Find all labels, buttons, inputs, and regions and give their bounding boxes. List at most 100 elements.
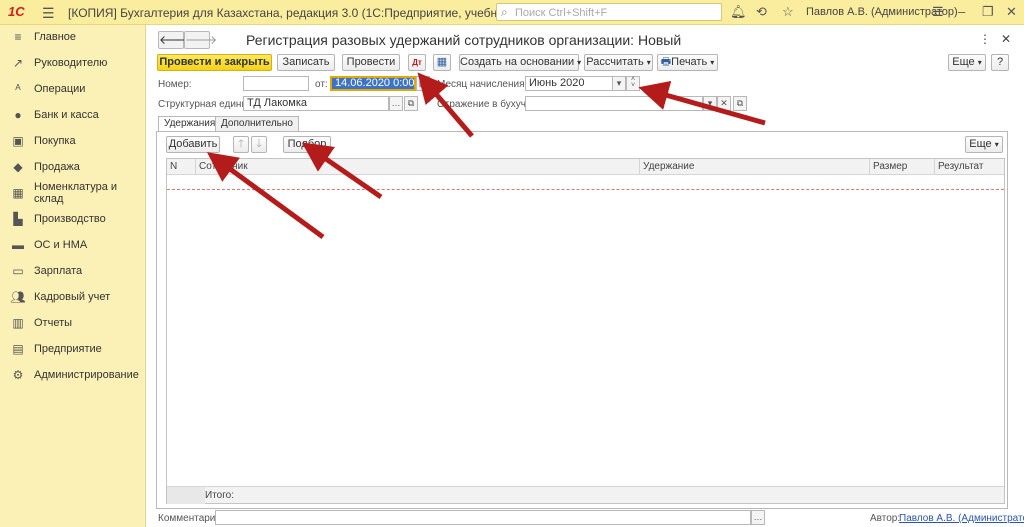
sidebar-item-purchase[interactable]: ▣ Покупка xyxy=(0,129,146,153)
open-icon[interactable]: ⧉ xyxy=(733,96,747,111)
sidebar-item-enterprise[interactable]: ▤ Предприятие xyxy=(0,337,146,361)
tab-additional[interactable]: Дополнительно xyxy=(215,116,299,131)
deductions-table[interactable]: N Сотрудник Удержание Размер Результат И… xyxy=(166,158,1005,504)
calculate-label: Рассчитать xyxy=(586,56,644,68)
sidebar-item-label: Администрирование xyxy=(34,369,139,381)
footer-index-cell xyxy=(167,487,205,504)
open-icon[interactable]: ⧉ xyxy=(404,96,418,111)
close-icon[interactable]: ✕ xyxy=(1006,4,1017,20)
print-label: Печать xyxy=(671,56,708,68)
arrow-up-icon[interactable]: 🡑 xyxy=(233,136,249,153)
post-and-close-button[interactable]: Провести и закрыть xyxy=(157,54,272,71)
page-title: Регистрация разовых удержаний сотруднико… xyxy=(246,32,682,48)
main-menu-icon[interactable]: ☰ xyxy=(42,5,55,22)
ellipsis-icon[interactable]: … xyxy=(389,96,403,111)
calculate-button[interactable]: Рассчитать ▾ xyxy=(584,54,653,71)
sidebar-item-hr[interactable]: 👥︎ Кадровый учет xyxy=(0,285,146,309)
column-header-result[interactable]: Результат xyxy=(938,161,983,172)
post-button[interactable]: Провести xyxy=(342,54,400,71)
sidebar-item-reports[interactable]: ▥ Отчеты xyxy=(0,311,146,335)
column-divider xyxy=(934,159,935,175)
date-field[interactable]: 14.06.2020 0:00:00 xyxy=(330,76,416,91)
comment-label: Комментарий: xyxy=(158,513,224,524)
settings-menu-icon[interactable]: ☰ xyxy=(932,4,944,20)
arrow-down-icon[interactable]: 🡓 xyxy=(251,136,267,153)
chevron-down-icon: ▾ xyxy=(577,58,582,67)
sidebar-item-bank[interactable]: ● Банк и касса xyxy=(0,103,146,127)
chevron-down-icon[interactable]: ▾ xyxy=(703,96,717,111)
calendar-icon[interactable]: ▦ xyxy=(416,76,430,91)
ellipsis-icon[interactable]: … xyxy=(751,510,765,525)
sidebar-item-production[interactable]: ▙ Производство xyxy=(0,207,146,231)
month-stepper[interactable]: ˄ ˅ xyxy=(626,76,640,91)
sidebar-item-label: Зарплата xyxy=(34,265,83,277)
menu-icon: ≡ xyxy=(14,30,22,44)
dt-kt-icon[interactable]: Дт xyxy=(408,54,426,71)
table-more-button[interactable]: Еще ▾ xyxy=(965,136,1003,153)
column-header-n[interactable]: N xyxy=(170,161,177,172)
sidebar-item-label: Главное xyxy=(34,31,77,43)
sidebar-item-label: Производство xyxy=(34,213,106,225)
chevron-down-icon[interactable]: ▾ xyxy=(612,76,626,91)
comment-field[interactable] xyxy=(215,510,751,525)
column-divider xyxy=(195,159,196,175)
column-divider xyxy=(639,159,640,175)
column-header-amount[interactable]: Размер xyxy=(873,161,907,172)
sidebar-item-admin[interactable]: ⚙ Администрирование xyxy=(0,363,146,387)
author-label: Автор: xyxy=(870,513,901,524)
app-logo: 1С xyxy=(8,4,25,19)
column-header-employee[interactable]: Сотрудник xyxy=(199,161,248,172)
more-actions-icon[interactable]: ⋮ xyxy=(979,32,991,46)
help-button[interactable]: ? xyxy=(991,54,1009,71)
chevron-down-icon: ▾ xyxy=(710,58,715,67)
sidebar-item-sales[interactable]: ◆ Продажа xyxy=(0,155,146,179)
number-field[interactable] xyxy=(243,76,309,91)
sidebar: ≡ Главное ↗ Руководителю ᴬ Операции ● Банк и… xyxy=(0,25,146,527)
footer-total-label: Итого: xyxy=(205,490,234,501)
sidebar-item-assets[interactable]: ▬ ОС и НМА xyxy=(0,233,146,257)
month-label: Месяц начисления: xyxy=(437,79,528,90)
back-button[interactable]: 🡐 xyxy=(158,31,191,49)
reflection-field[interactable] xyxy=(525,96,703,111)
star-icon[interactable]: ☆ xyxy=(782,4,794,20)
sidebar-item-salary[interactable]: ▭ Зарплата xyxy=(0,259,146,283)
clear-icon[interactable]: ✕ xyxy=(717,96,731,111)
sidebar-item-label: Банк и касса xyxy=(34,109,99,121)
table-more-label: Еще xyxy=(969,138,992,150)
sidebar-item-label: Предприятие xyxy=(34,343,102,355)
more-label: Еще xyxy=(952,56,975,68)
minimize-icon[interactable]: – xyxy=(958,4,965,19)
sidebar-item-warehouse[interactable]: ▦ Номенклатура и склад xyxy=(0,181,146,205)
structure-icon[interactable]: ▦ xyxy=(433,54,451,71)
printer-icon: 🖶︎ xyxy=(660,56,672,68)
month-field[interactable]: Июнь 2020 xyxy=(525,76,613,91)
sidebar-item-operations[interactable]: ᴬ Операции xyxy=(0,77,146,101)
restore-icon[interactable]: ❐ xyxy=(982,4,994,20)
search-input[interactable]: ⌕ Поиск Ctrl+Shift+F xyxy=(496,3,722,21)
warehouse-icon: ▦ xyxy=(12,186,24,200)
more-button[interactable]: Еще ▾ xyxy=(948,54,986,71)
date-label: от: xyxy=(315,79,328,90)
truck-icon: ▬ xyxy=(12,238,24,252)
unit-field[interactable]: ТД Лакомка xyxy=(243,96,389,111)
save-button[interactable]: Записать xyxy=(277,54,335,71)
operations-icon: ᴬ xyxy=(15,82,21,96)
author-link[interactable]: Павлов А.В. (Администратор) xyxy=(899,513,1024,524)
create-based-on-button[interactable]: Создать на основании ▾ xyxy=(459,54,582,71)
add-button[interactable]: Добавить xyxy=(166,136,220,153)
number-label: Номер: xyxy=(158,79,192,90)
forward-button[interactable]: 🡒 xyxy=(184,31,217,49)
chart-icon: ↗ xyxy=(12,56,24,70)
column-header-deduction[interactable]: Удержание xyxy=(643,161,694,172)
chevron-down-icon: ▾ xyxy=(994,140,999,149)
people-icon: 👥︎ xyxy=(10,290,26,304)
search-placeholder: Поиск Ctrl+Shift+F xyxy=(515,7,608,19)
bell-icon[interactable]: 🔔︎ xyxy=(730,4,747,20)
pick-button[interactable]: Подбор xyxy=(283,136,331,153)
sidebar-item-manager[interactable]: ↗ Руководителю xyxy=(0,51,146,75)
close-form-icon[interactable]: ✕ xyxy=(1001,32,1011,46)
history-icon[interactable]: ⟲ xyxy=(756,4,767,20)
tab-deductions[interactable]: Удержания xyxy=(158,116,222,132)
print-button[interactable]: 🖶︎Печать ▾ xyxy=(657,54,718,71)
sidebar-item-main[interactable]: ≡ Главное xyxy=(0,25,146,49)
